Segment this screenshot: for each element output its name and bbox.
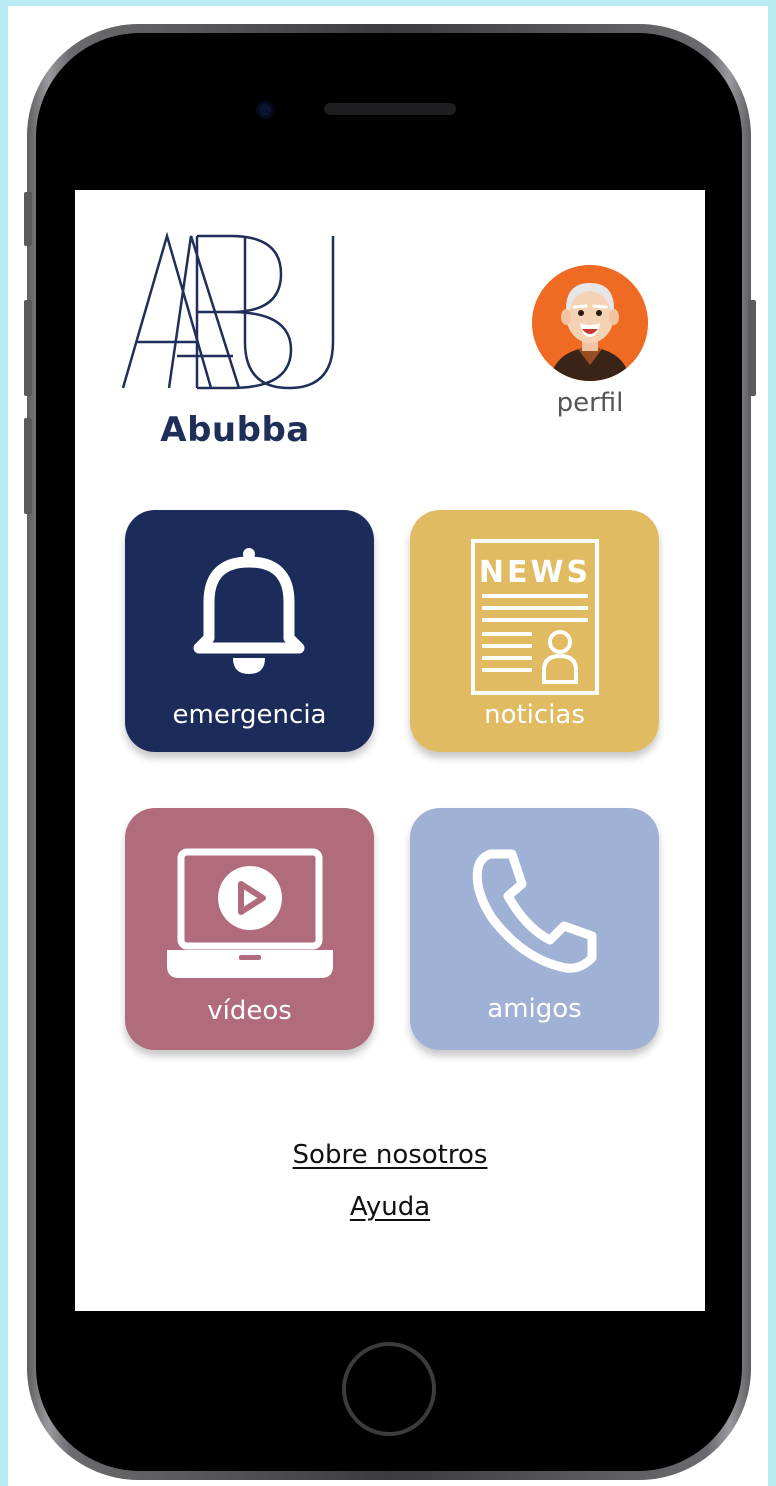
elderly-man-avatar-icon (532, 265, 648, 381)
tile-amigos-label: amigos (487, 994, 582, 1024)
power-button (748, 300, 756, 396)
volume-down-button (24, 418, 32, 514)
bell-icon (193, 548, 305, 674)
volume-up-button (24, 300, 32, 396)
tile-noticias-label: noticias (484, 700, 585, 730)
abu-logo[interactable] (121, 231, 337, 392)
profile-label[interactable]: perfil (535, 388, 645, 418)
newspaper-icon: NEWS (471, 539, 599, 695)
app-screen: Abubba perfil emergencia NEWS noticias v… (75, 190, 705, 1311)
tile-videos-label: vídeos (207, 996, 292, 1026)
home-button[interactable] (342, 1342, 436, 1436)
tile-emergencia[interactable]: emergencia (125, 510, 374, 752)
phone-icon (472, 849, 597, 973)
tile-noticias[interactable]: NEWS noticias (410, 510, 659, 752)
front-camera (256, 101, 274, 119)
tile-emergencia-label: emergencia (172, 700, 327, 730)
news-icon-text: NEWS (479, 555, 591, 590)
laptop-play-icon (167, 848, 333, 978)
tile-videos[interactable]: vídeos (125, 808, 374, 1050)
earpiece-speaker (324, 103, 456, 115)
help-link[interactable]: Ayuda (75, 1192, 705, 1222)
silent-switch (24, 192, 32, 246)
tile-amigos[interactable]: amigos (410, 808, 659, 1050)
about-link[interactable]: Sobre nosotros (75, 1140, 705, 1170)
brand-name: Abubba (160, 410, 310, 450)
profile-avatar[interactable] (532, 265, 648, 381)
